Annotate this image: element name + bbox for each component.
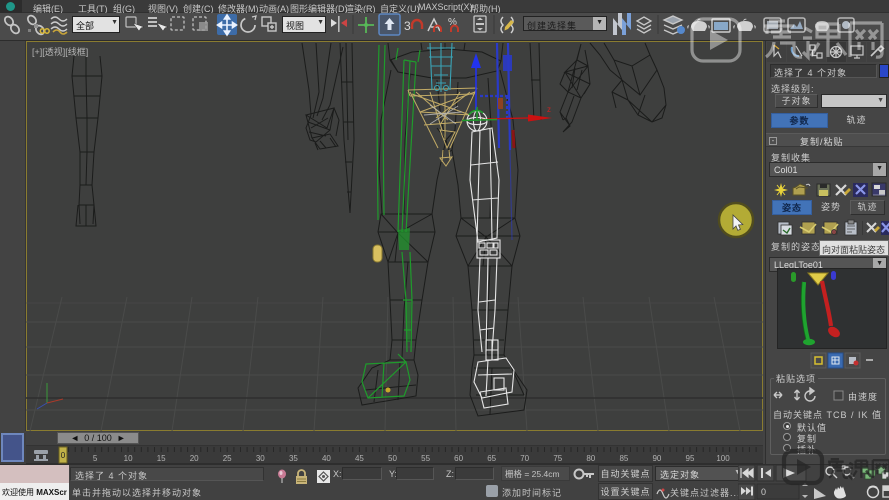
svg-text:10: 10 bbox=[124, 454, 133, 463]
svg-text:80: 80 bbox=[586, 454, 595, 463]
svg-text:20: 20 bbox=[190, 454, 199, 463]
svg-text:55: 55 bbox=[421, 454, 430, 463]
svg-text:45: 45 bbox=[355, 454, 364, 463]
svg-text:40: 40 bbox=[322, 454, 331, 463]
svg-text:100: 100 bbox=[716, 454, 730, 463]
svg-text:3: 3 bbox=[404, 19, 411, 33]
svg-text:30: 30 bbox=[256, 454, 265, 463]
svg-text:70: 70 bbox=[520, 454, 529, 463]
svg-text:75: 75 bbox=[553, 454, 562, 463]
svg-text:15: 15 bbox=[157, 454, 166, 463]
svg-text:z: z bbox=[547, 105, 551, 114]
svg-text:5: 5 bbox=[93, 454, 98, 463]
svg-text:95: 95 bbox=[686, 454, 695, 463]
svg-text:25: 25 bbox=[223, 454, 232, 463]
svg-text:0: 0 bbox=[761, 487, 766, 497]
svg-text:60: 60 bbox=[454, 454, 463, 463]
svg-text:90: 90 bbox=[652, 454, 661, 463]
svg-text:85: 85 bbox=[619, 454, 628, 463]
svg-text:35: 35 bbox=[289, 454, 298, 463]
svg-text:50: 50 bbox=[388, 454, 397, 463]
svg-text:0: 0 bbox=[61, 451, 66, 460]
svg-text:65: 65 bbox=[487, 454, 496, 463]
